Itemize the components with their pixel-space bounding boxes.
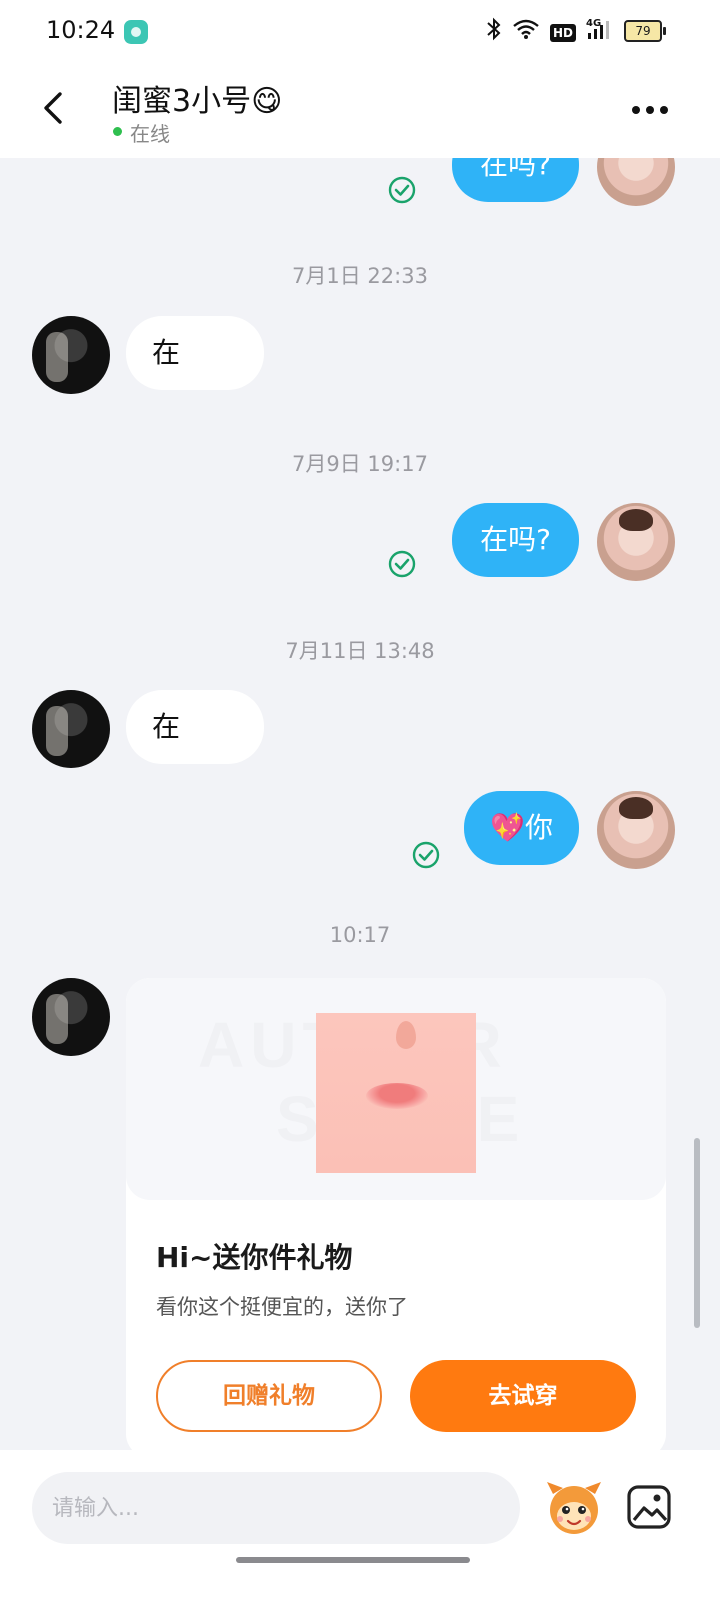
network-type-label: 4G xyxy=(586,18,602,29)
image-icon xyxy=(627,1485,671,1529)
back-button[interactable] xyxy=(36,86,76,130)
return-gift-button[interactable]: 回赠礼物 xyxy=(156,1360,382,1432)
app-notification-icon xyxy=(124,20,148,44)
mascot-icon xyxy=(547,1482,601,1534)
gift-banner: AUTHOR STORE xyxy=(126,978,666,1200)
wifi-icon xyxy=(512,18,540,48)
check-circle-icon xyxy=(412,841,440,869)
online-status-text: 在线 xyxy=(130,122,170,146)
hd-badge: HD xyxy=(549,24,576,42)
friend-avatar[interactable] xyxy=(32,690,110,768)
message-input[interactable] xyxy=(32,1472,520,1544)
mascot-button[interactable] xyxy=(543,1476,605,1538)
message-bubble-received[interactable]: 在 xyxy=(126,316,264,390)
signal-icon: 4G xyxy=(586,17,610,49)
status-bar: 10:24 HD 4G 79 xyxy=(0,0,720,62)
online-status-dot xyxy=(113,127,122,136)
my-avatar[interactable] xyxy=(597,503,675,581)
check-circle-icon xyxy=(388,550,416,578)
image-picker-button[interactable] xyxy=(626,1484,672,1530)
bluetooth-icon xyxy=(486,17,502,49)
scrollbar[interactable] xyxy=(694,1138,700,1328)
gift-card[interactable]: AUTHOR STORE Hi~送你件礼物 看你这个挺便宜的，送你了 回赠礼物 … xyxy=(126,978,666,1450)
status-icons: HD 4G xyxy=(486,17,610,49)
input-bar xyxy=(0,1450,720,1600)
message-timestamp: 7月1日 22:33 xyxy=(292,264,428,288)
gift-description: 看你这个挺便宜的，送你了 xyxy=(156,1295,408,1319)
my-avatar[interactable] xyxy=(597,158,675,206)
battery-indicator: 79 xyxy=(624,20,666,42)
status-time: 10:24 xyxy=(46,16,116,44)
message-timestamp: 7月9日 19:17 xyxy=(292,452,428,476)
friend-avatar[interactable] xyxy=(32,316,110,394)
chat-header: 闺蜜3小号😋 在线 xyxy=(0,62,720,158)
chat-message-list[interactable]: 在吗? 7月1日 22:33 在 7月9日 19:17 在吗? 7月11日 13… xyxy=(0,158,720,1450)
check-circle-icon xyxy=(388,176,416,204)
message-bubble-sent[interactable]: 在吗? xyxy=(452,503,579,577)
my-avatar[interactable] xyxy=(597,791,675,869)
message-bubble-received[interactable]: 在 xyxy=(126,690,264,764)
chevron-left-icon xyxy=(44,92,62,124)
message-timestamp: 7月11日 13:48 xyxy=(285,639,435,663)
message-bubble-sent[interactable]: 💖你 xyxy=(464,791,579,865)
message-timestamp: 10:17 xyxy=(329,923,391,947)
chat-title: 闺蜜3小号😋 xyxy=(112,84,283,119)
gift-title: Hi~送你件礼物 xyxy=(156,1241,353,1274)
home-indicator[interactable] xyxy=(236,1557,470,1563)
friend-avatar[interactable] xyxy=(32,978,110,1056)
more-options-button[interactable] xyxy=(632,102,668,118)
try-on-button[interactable]: 去试穿 xyxy=(410,1360,636,1432)
more-dots-icon xyxy=(632,106,640,114)
message-bubble-sent[interactable]: 在吗? xyxy=(452,158,579,202)
gift-product-image[interactable] xyxy=(316,1013,476,1173)
